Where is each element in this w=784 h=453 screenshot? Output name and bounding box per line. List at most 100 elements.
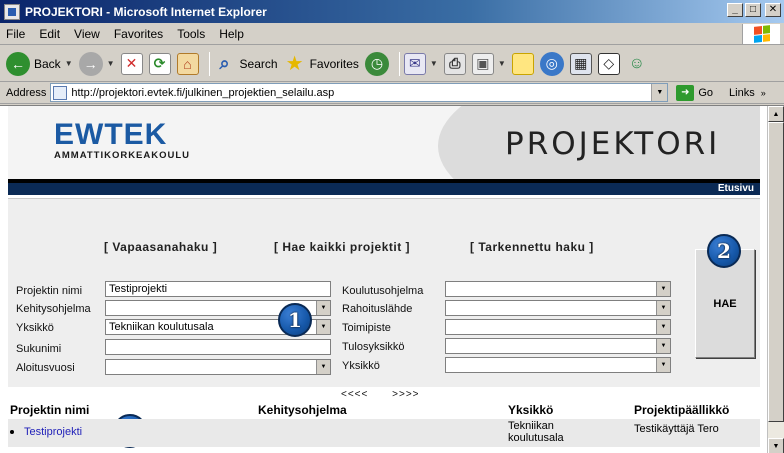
stop-icon: ✕ [120,52,143,75]
site-logo[interactable]: EWTEK AMMATTIKORKEAKOULU [54,118,190,162]
close-button[interactable]: ✕ [765,3,781,17]
office-select[interactable]: ▼ [445,319,671,335]
tab-advanced-search[interactable]: [ Tarkennettu haku ] [470,240,594,254]
bullet-icon [10,430,14,434]
funding-source-select[interactable]: ▼ [445,300,671,316]
surname-input[interactable] [105,339,331,355]
start-year-label: Aloitusvuosi [16,362,75,374]
edit-button[interactable]: ▣ ▼ [471,52,506,75]
table-row: Testiprojekti Tekniikan koulutusala Test… [8,419,760,447]
column-program: Kehitysohjelma [258,403,347,417]
start-year-select[interactable]: ▼ [105,359,331,375]
menu-edit[interactable]: Edit [39,27,60,41]
minimize-button[interactable]: _ [727,3,743,17]
chevron-down-icon[interactable]: ▼ [316,320,330,334]
messenger-button[interactable]: ◎ [539,51,564,76]
search-panel: [ Vapaasanahaku ] [ Hae kaikki projektit… [8,198,760,387]
project-name-label: Projektin nimi [16,285,83,297]
logo-text: EWTEK [54,118,168,151]
scroll-up-icon[interactable]: ▲ [768,106,784,122]
tool-button-b[interactable]: ◇ [597,52,620,75]
ie-page-icon [4,3,20,20]
home-icon: ⌂ [176,52,199,75]
unit-right-select[interactable]: ▼ [445,357,671,373]
chevron-down-icon[interactable]: ▼ [498,59,506,68]
back-button[interactable]: ← Back ▼ [6,51,73,76]
contacts-button[interactable]: ☺ [626,53,648,75]
home-link[interactable]: Etusivu [718,183,754,195]
funding-source-label: Rahoituslähde [342,303,413,315]
window-title: PROJEKTORI - Microsoft Internet Explorer [25,4,267,19]
result-unit-select[interactable]: ▼ [445,338,671,354]
stop-button[interactable]: ✕ [120,52,143,75]
tab-all-projects[interactable]: [ Hae kaikki projektit ] [274,240,410,254]
chevron-down-icon[interactable]: ▼ [656,358,670,372]
menu-bar: File Edit View Favorites Tools Help [0,23,784,45]
home-button[interactable]: ⌂ [176,52,199,75]
address-input[interactable]: http://projektori.evtek.fi/julkinen_proj… [50,83,669,102]
chevron-down-icon[interactable]: ▼ [65,59,73,68]
menu-help[interactable]: Help [219,27,244,41]
go-arrow-icon: ➜ [676,84,695,101]
menu-favorites[interactable]: Favorites [114,27,163,41]
forward-button[interactable]: → ▼ [78,51,115,76]
back-label: Back [34,56,61,71]
education-program-label: Koulutusohjelma [342,285,424,297]
chevron-down-icon[interactable]: ▼ [651,84,668,101]
pager-prev[interactable]: <<<< [341,389,368,400]
chevron-down-icon[interactable]: ▼ [656,339,670,353]
office-label: Toimipiste [342,322,391,334]
chevron-down-icon[interactable]: ▼ [430,59,438,68]
chevron-down-icon[interactable]: ▼ [316,360,330,374]
search-button[interactable]: ⌕ Search [214,53,278,75]
tool-button-a[interactable]: ▦ [569,52,592,75]
print-icon: ⎙ [443,52,466,75]
chevron-down-icon[interactable]: ▼ [656,320,670,334]
scroll-down-icon[interactable]: ▼ [768,438,784,453]
result-unit-label: Tulosyksikkö [342,341,405,353]
annotation-badge-1: 1 [278,303,312,337]
results-header: Projektin nimi Kehitysohjelma Yksikkö Pr… [8,403,760,417]
maximize-button[interactable]: □ [745,3,761,17]
chevron-right-icon[interactable]: » [761,88,766,98]
brand-title: PROJEKTORI [505,126,721,162]
project-name-input[interactable]: Testiprojekti [105,281,331,297]
page: EWTEK AMMATTIKORKEAKOULU PROJEKTORI Etus… [8,106,760,453]
annotation-badge-2: 2 [707,234,741,268]
history-button[interactable]: ◷ [364,51,389,76]
discuss-button[interactable] [511,52,534,75]
pager-next[interactable]: >>>> [392,389,419,400]
chevron-down-icon[interactable]: ▼ [656,282,670,296]
mail-button[interactable]: ✉ ▼ [403,52,438,75]
links-button[interactable]: Links [729,87,755,99]
favorites-button[interactable]: ★ Favorites [284,53,359,75]
program-label: Kehitysohjelma [16,303,91,315]
row-manager: Testikäyttäjä Tero [634,423,719,435]
education-program-select[interactable]: ▼ [445,281,671,297]
forward-arrow-icon: → [78,51,103,76]
back-arrow-icon: ← [6,51,30,76]
window-titlebar: PROJEKTORI - Microsoft Internet Explorer… [0,0,784,23]
chevron-down-icon[interactable]: ▼ [316,301,330,315]
project-link[interactable]: Testiprojekti [24,426,82,438]
refresh-button[interactable]: ⟳ [148,52,171,75]
menu-tools[interactable]: Tools [177,27,205,41]
star-icon: ★ [285,53,304,75]
chevron-down-icon[interactable]: ▼ [656,301,670,315]
scroll-thumb[interactable] [768,122,784,422]
column-unit: Yksikkö [508,403,554,417]
menu-file[interactable]: File [6,27,25,41]
browser-toolbar: ← Back ▼ → ▼ ✕ ⟳ ⌂ ⌕ Search ★ Favorites … [0,46,784,82]
go-button[interactable]: ➜ Go [676,84,713,101]
page-icon [53,85,68,100]
search-label: Search [239,56,278,71]
menu-view[interactable]: View [74,27,100,41]
pager: <<<< >>>> [341,389,440,400]
unit-select-value: Tekniikan koulutusala [109,321,214,333]
tab-free-text-search[interactable]: [ Vapaasanahaku ] [104,240,217,254]
print-button[interactable]: ⎙ [443,52,466,75]
refresh-icon: ⟳ [148,52,171,75]
chevron-down-icon[interactable]: ▼ [107,59,115,68]
globe-icon: ◎ [539,51,564,76]
vertical-scrollbar[interactable]: ▲ ▼ [767,106,784,453]
